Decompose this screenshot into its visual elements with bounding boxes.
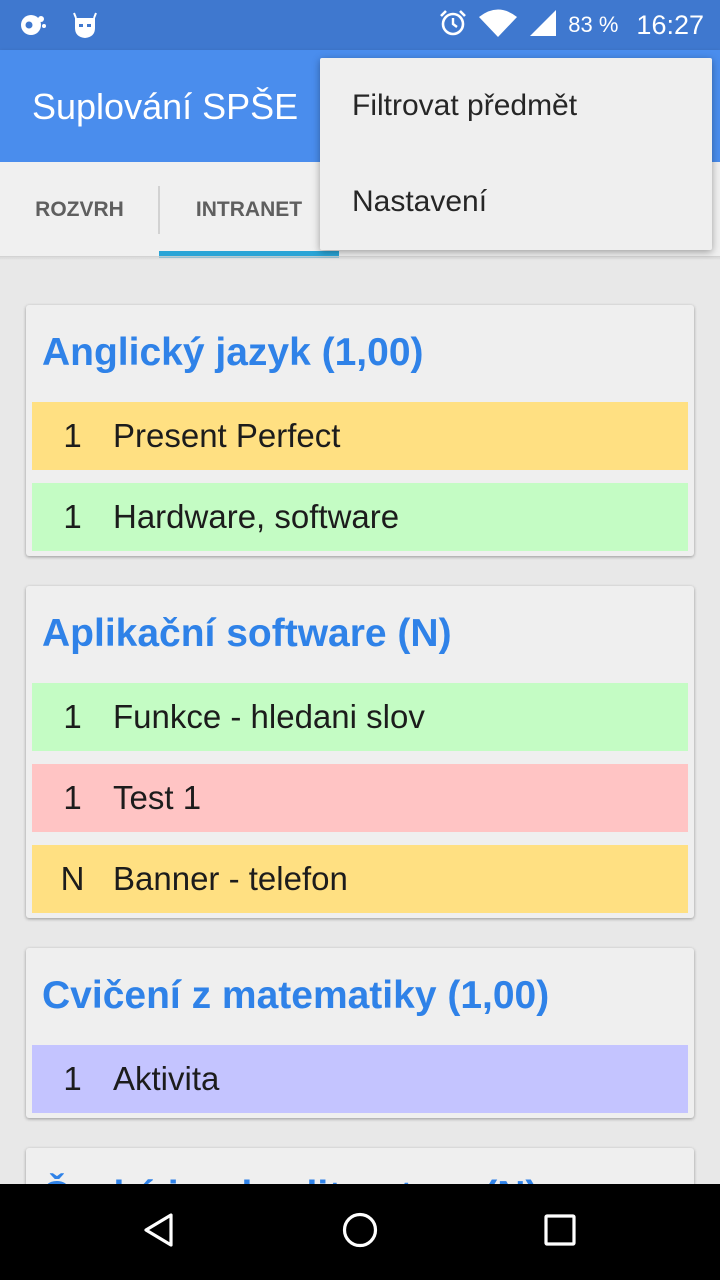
grade-label: Aktivita	[113, 1060, 220, 1097]
wifi-icon	[478, 8, 518, 43]
tab-rozvrh[interactable]: ROZVRH	[0, 162, 159, 258]
notification-icon	[18, 10, 48, 45]
signal-icon	[528, 8, 558, 43]
grade-row[interactable]: 1 Present Perfect	[32, 402, 688, 470]
menu-item-settings[interactable]: Nastavení	[320, 154, 712, 250]
grade-mark: 1	[63, 1060, 82, 1097]
recents-button[interactable]	[530, 1202, 590, 1262]
menu-item-filter-subject[interactable]: Filtrovat předmět	[320, 58, 712, 154]
alarm-icon	[438, 8, 468, 43]
subject-title: Aplikační software (N)	[42, 612, 452, 655]
back-button[interactable]	[130, 1202, 190, 1262]
subject-card[interactable]: Cvičení z matematiky (1,00) 1 Aktivita	[26, 948, 694, 1118]
grade-mark: 1	[63, 417, 82, 454]
app-title: Suplování SPŠE	[32, 86, 299, 127]
home-icon	[340, 1210, 380, 1255]
grade-mark: N	[60, 860, 85, 897]
grade-mark: 1	[63, 698, 82, 735]
subject-title: Anglický jazyk (1,00)	[42, 331, 424, 374]
overflow-menu: Filtrovat předmět Nastavení	[320, 58, 712, 250]
grade-row[interactable]: N Banner - telefon	[32, 845, 688, 913]
grade-mark: 1	[63, 498, 82, 535]
grade-label: Funkce - hledani slov	[113, 698, 425, 735]
grade-row[interactable]: 1 Test 1	[32, 764, 688, 832]
subject-title: Cvičení z matematiky (1,00)	[42, 974, 550, 1017]
grade-mark: 1	[63, 779, 82, 816]
grade-label: Banner - telefon	[113, 860, 348, 897]
grade-label: Test 1	[113, 779, 202, 816]
android-icon	[70, 10, 100, 45]
grade-label: Hardware, software	[113, 498, 400, 535]
subject-card[interactable]: Aplikační software (N) 1 Funkce - hledan…	[26, 586, 694, 918]
recents-icon	[540, 1210, 580, 1255]
home-button[interactable]	[330, 1202, 390, 1262]
battery-percentage: 83 %	[568, 12, 619, 37]
clock: 16:27	[636, 9, 704, 40]
tab-intranet[interactable]: INTRANET	[159, 162, 339, 258]
grade-row[interactable]: 1 Hardware, software	[32, 483, 688, 551]
tab-bar-shadow	[0, 256, 720, 260]
back-icon	[140, 1210, 180, 1255]
grade-row[interactable]: 1 Funkce - hledani slov	[32, 683, 688, 751]
subject-card[interactable]: Anglický jazyk (1,00) 1 Present Perfect …	[26, 305, 694, 556]
navigation-bar	[0, 1184, 720, 1280]
status-bar: 83 % 16:27	[0, 0, 720, 50]
grade-row[interactable]: 1 Aktivita	[32, 1045, 688, 1113]
grade-label: Present Perfect	[113, 417, 341, 454]
